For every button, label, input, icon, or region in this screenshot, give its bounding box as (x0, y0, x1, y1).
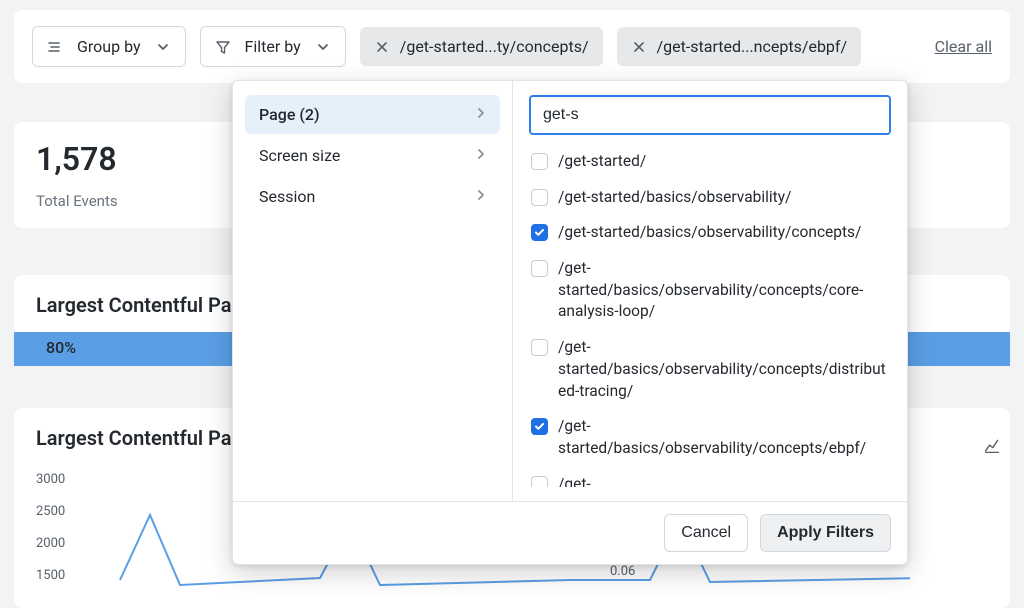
filter-options-panel: /get-started/ /get-started/basics/observ… (513, 81, 907, 501)
filter-category-label: Page (2) (259, 105, 320, 124)
filter-popover-body: Page (2) Screen size Session (233, 81, 907, 501)
filter-option-list: /get-started/ /get-started/basics/observ… (529, 147, 891, 487)
filter-option[interactable]: /get-started/basics/observability/concep… (529, 470, 891, 487)
filter-search-input[interactable] (529, 95, 891, 135)
filter-chip[interactable]: /get-started...ncepts/ebpf/ (617, 27, 862, 66)
checkbox-icon (531, 153, 548, 170)
checkbox-icon (531, 189, 548, 206)
filter-option[interactable]: /get-started/basics/observability/concep… (529, 254, 891, 327)
checkbox-icon (531, 260, 548, 277)
filter-option-label: /get-started/basics/observability/concep… (558, 337, 889, 402)
lcp-progress-label: 80% (46, 338, 76, 357)
secondary-y-tick: 0.06 (610, 564, 635, 579)
apply-filters-button[interactable]: Apply Filters (760, 514, 891, 552)
group-by-label: Group by (77, 37, 141, 56)
filter-option-label: /get-started/basics/observability/concep… (558, 474, 889, 487)
filter-category-page[interactable]: Page (2) (245, 95, 500, 134)
checkbox-icon (531, 339, 548, 356)
filter-option-label: /get-started/basics/observability/ (558, 187, 791, 209)
filter-category-screen-size[interactable]: Screen size (245, 136, 500, 175)
clear-all-link[interactable]: Clear all (935, 37, 992, 56)
filter-option-label: /get-started/basics/observability/concep… (558, 222, 861, 244)
filter-option[interactable]: /get-started/basics/observability/concep… (529, 333, 891, 406)
filter-chip[interactable]: /get-started...ty/concepts/ (360, 27, 603, 66)
filter-chip-label: /get-started...ty/concepts/ (400, 37, 589, 56)
filter-option-label: /get-started/basics/observability/concep… (558, 258, 889, 323)
filter-category-label: Session (259, 187, 315, 206)
chevron-down-icon (155, 39, 171, 55)
filter-chip-label: /get-started...ncepts/ebpf/ (657, 37, 848, 56)
filter-option[interactable]: /get-started/basics/observability/ (529, 183, 891, 213)
filter-option-label: /get-started/basics/observability/concep… (558, 416, 889, 459)
group-by-icon (47, 39, 63, 55)
group-by-dropdown[interactable]: Group by (32, 26, 186, 67)
chevron-right-icon (476, 107, 486, 123)
line-chart-icon[interactable] (984, 438, 1000, 454)
filter-option[interactable]: /get-started/basics/observability/concep… (529, 218, 891, 248)
filter-category-list: Page (2) Screen size Session (233, 81, 513, 501)
filter-toolbar: Group by Filter by /get-started...ty/con… (14, 10, 1010, 83)
filter-by-label: Filter by (245, 37, 301, 56)
checkbox-checked-icon (531, 418, 548, 435)
filter-option[interactable]: /get-started/ (529, 147, 891, 177)
checkbox-icon (531, 476, 548, 487)
filter-popover-footer: Cancel Apply Filters (233, 501, 907, 564)
filter-category-label: Screen size (259, 146, 340, 165)
y-tick: 1500 (36, 568, 988, 582)
chevron-down-icon (315, 39, 331, 55)
chevron-right-icon (476, 189, 486, 205)
chevron-right-icon (476, 148, 486, 164)
cancel-button[interactable]: Cancel (664, 514, 748, 552)
funnel-icon (215, 39, 231, 55)
filter-category-session[interactable]: Session (245, 177, 500, 216)
close-icon[interactable] (631, 39, 647, 55)
filter-popover: Page (2) Screen size Session (232, 80, 908, 565)
filter-option[interactable]: /get-started/basics/observability/concep… (529, 412, 891, 463)
filter-by-dropdown[interactable]: Filter by (200, 26, 346, 67)
checkbox-checked-icon (531, 224, 548, 241)
close-icon[interactable] (374, 39, 390, 55)
filter-option-label: /get-started/ (558, 151, 646, 173)
